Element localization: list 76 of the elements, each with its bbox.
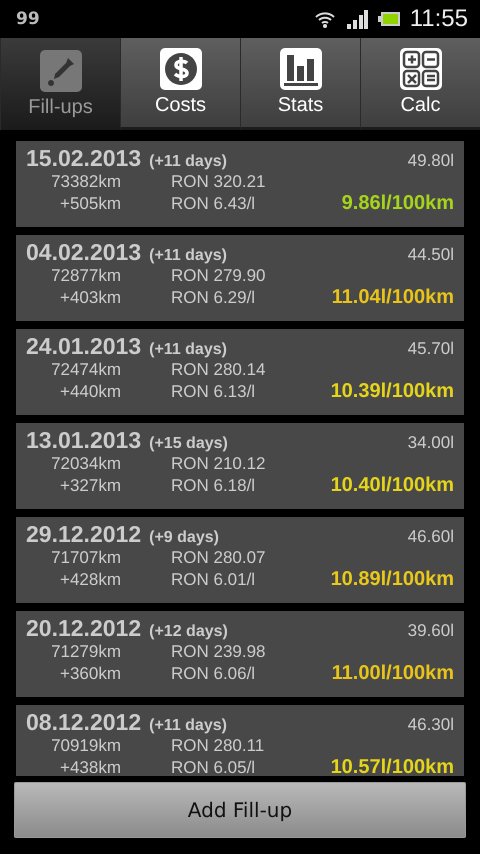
tab[interactable]: Fill-ups <box>0 38 120 130</box>
odometer: 71279km <box>50 642 121 662</box>
odometer: 73382km <box>50 172 121 192</box>
distance: +327km <box>59 476 121 496</box>
notification-count: 99 <box>16 9 41 29</box>
odometer: 72474km <box>50 360 121 380</box>
distance: +440km <box>59 382 121 402</box>
tab[interactable]: Stats <box>240 38 360 130</box>
consumption: 11.04l/100km <box>332 286 454 309</box>
fill-up-card[interactable]: 29.12.2012 (+9 days) 46.60l 71707km RON 280.07 +428km RON 6.01/l 10.89l/100km <box>16 517 464 603</box>
price: RON 6.01/l <box>171 570 256 590</box>
fill-up-card[interactable]: 20.12.2012 (+12 days) 39.60l 71279km RON 239.98 +360km RON 6.06/l 11.00l/100km <box>16 611 464 697</box>
distance: +428km <box>59 570 121 590</box>
consumption: 9.86l/100km <box>342 192 454 215</box>
interval: (+11 days) <box>149 341 228 359</box>
distance: +438km <box>59 758 121 776</box>
consumption: 10.57l/100km <box>330 756 454 776</box>
price: RON 6.29/l <box>171 288 256 308</box>
fill-up-card[interactable]: 24.01.2013 (+11 days) 45.70l 72474km RON 280.14 +440km RON 6.13/l 10.39l/100km <box>16 329 464 415</box>
interval: (+11 days) <box>149 247 228 265</box>
consumption: 10.40l/100km <box>330 474 454 497</box>
price: RON 6.13/l <box>171 382 256 402</box>
dollar-icon <box>160 48 202 90</box>
fill-up-card[interactable]: 08.12.2012 (+11 days) 46.30l 70919km RON 280.11 +438km RON 6.05/l 10.57l/100km <box>16 705 464 776</box>
fill-up-card[interactable]: 04.02.2013 (+11 days) 44.50l 72877km RON 279.90 +403km RON 6.29/l 11.04l/100km <box>16 235 464 321</box>
volume: 46.60l <box>408 527 454 547</box>
battery-icon <box>378 11 400 27</box>
date: 13.01.2013 <box>26 427 142 454</box>
interval: (+9 days) <box>149 529 220 547</box>
volume: 49.80l <box>408 151 454 171</box>
cost: RON 280.11 <box>171 736 264 756</box>
fill-up-card[interactable]: 15.02.2013 (+11 days) 49.80l 73382km RON 320.21 +505km RON 6.43/l 9.86l/100km <box>16 141 464 227</box>
date: 20.12.2012 <box>26 615 142 642</box>
volume: 45.70l <box>408 339 454 359</box>
price: RON 6.05/l <box>171 758 256 776</box>
odometer: 72034km <box>50 454 121 474</box>
volume: 46.30l <box>408 715 454 735</box>
interval: (+11 days) <box>149 717 228 735</box>
odometer: 71707km <box>50 548 121 568</box>
distance: +360km <box>59 664 121 684</box>
tab[interactable]: Calc <box>360 38 480 130</box>
tab[interactable]: Costs <box>120 38 240 130</box>
cost: RON 210.12 <box>171 454 266 474</box>
date: 04.02.2013 <box>26 239 142 266</box>
signal-icon <box>346 9 368 29</box>
odometer: 72877km <box>50 266 121 286</box>
price: RON 6.18/l <box>171 476 256 496</box>
cost: RON 320.21 <box>171 172 266 192</box>
calculator-icon <box>400 48 442 90</box>
cost: RON 279.90 <box>171 266 266 286</box>
interval: (+11 days) <box>149 153 228 171</box>
consumption: 11.00l/100km <box>332 662 454 685</box>
cost: RON 239.98 <box>171 642 266 662</box>
odometer: 70919km <box>50 736 121 756</box>
price: RON 6.43/l <box>171 194 256 214</box>
date: 08.12.2012 <box>26 709 142 736</box>
date: 15.02.2013 <box>26 145 142 172</box>
cost: RON 280.14 <box>171 360 266 380</box>
dropper-icon <box>40 50 82 92</box>
consumption: 10.89l/100km <box>330 568 454 591</box>
volume: 34.00l <box>408 433 454 453</box>
fill-up-card[interactable]: 13.01.2013 (+15 days) 34.00l 72034km RON 210.12 +327km RON 6.18/l 10.40l/100km <box>16 423 464 509</box>
clock: 11:55 <box>410 5 468 33</box>
volume: 44.50l <box>408 245 454 265</box>
cost: RON 280.07 <box>171 548 266 568</box>
distance: +505km <box>59 194 121 214</box>
interval: (+15 days) <box>149 435 229 453</box>
price: RON 6.06/l <box>171 664 256 684</box>
date: 29.12.2012 <box>26 521 142 548</box>
interval: (+12 days) <box>149 623 229 641</box>
distance: +403km <box>59 288 121 308</box>
date: 24.01.2013 <box>26 333 142 360</box>
consumption: 10.39l/100km <box>330 380 454 403</box>
add-fill-up-button[interactable]: Add Fill-up <box>14 782 466 838</box>
bar-chart-icon <box>280 48 322 90</box>
volume: 39.60l <box>408 621 454 641</box>
